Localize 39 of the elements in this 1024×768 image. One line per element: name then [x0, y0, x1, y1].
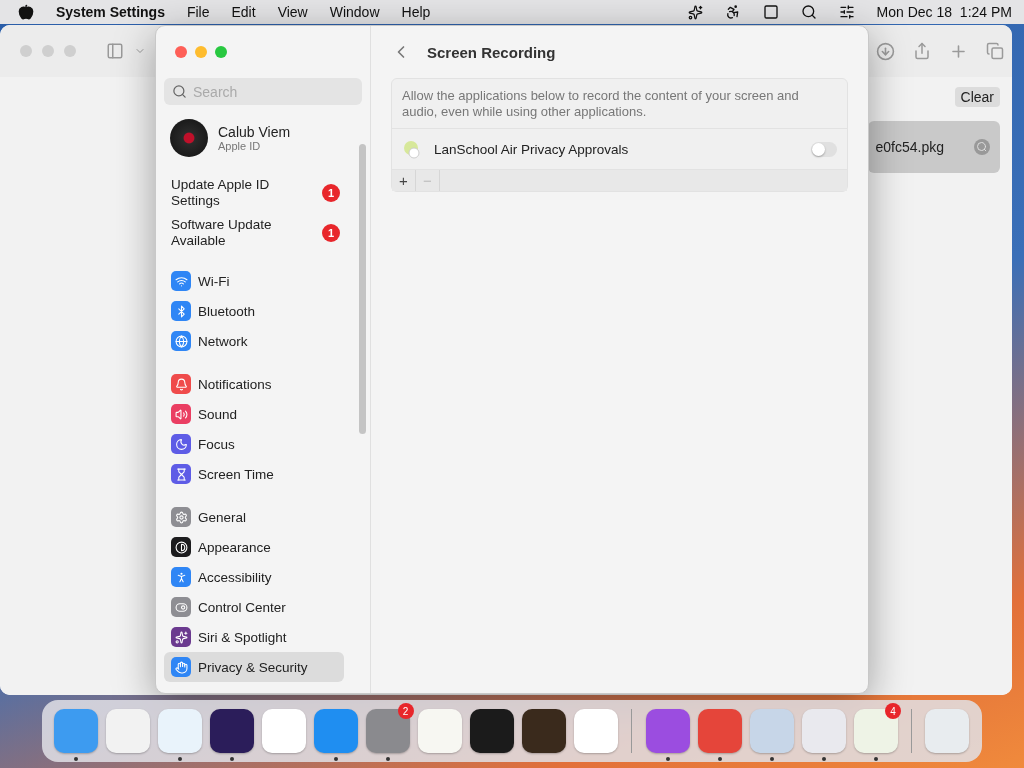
account-name: Calub Viem	[218, 124, 291, 140]
clear-button[interactable]: Clear	[954, 87, 1000, 107]
notification-badge: 1	[322, 224, 340, 242]
sidebar-item[interactable]: Network	[164, 326, 344, 356]
notice-label: Software Update Available	[171, 217, 273, 249]
file-name: e0fc54.pkg	[875, 139, 944, 155]
menu-item[interactable]: File	[186, 4, 210, 20]
menu-item[interactable]: Edit	[231, 4, 256, 20]
account-subtitle: Apple ID	[218, 140, 262, 152]
notification-badge: 2	[397, 703, 414, 719]
account-item[interactable]: Calub Viem Apple ID	[164, 117, 362, 159]
app-menu[interactable]: System Settings	[56, 4, 165, 20]
menu-item[interactable]: Window	[329, 4, 380, 20]
sidebar-item[interactable]: Sound	[164, 399, 344, 429]
sidebar-item[interactable]: Accessibility	[164, 562, 344, 592]
notice-label: Update Apple ID Settings	[171, 177, 271, 209]
clock[interactable]: Mon Dec 18 1:24 PM	[876, 4, 1012, 20]
sidebar-item[interactable]: Notifications	[164, 369, 344, 399]
app-name: LanSchool Air Privacy Approvals	[434, 141, 630, 157]
page-title: Screen Recording	[427, 43, 556, 61]
sidebar-item[interactable]: Bluetooth	[164, 296, 344, 326]
notification-badge: 1	[322, 184, 340, 202]
description: Allow the applications below to record the content of your screen and audio, even while using other applications.	[392, 79, 847, 129]
add-button[interactable]: +	[392, 170, 416, 191]
sidebar-item[interactable]: General	[164, 502, 344, 532]
sidebar-item[interactable]: Privacy & Security	[164, 652, 344, 682]
notification-badge: 4	[885, 703, 901, 719]
notice-item[interactable]: Software Update Available 1	[164, 213, 362, 253]
sidebar-item[interactable]: Screen Time	[164, 459, 344, 489]
sidebar-item[interactable]: Siri & Spotlight	[164, 622, 344, 652]
sidebar-item[interactable]: Focus	[164, 429, 344, 459]
download-item[interactable]: e0fc54.pkg	[868, 121, 1000, 173]
sidebar-item[interactable]: Wi-Fi	[164, 266, 344, 296]
notice-item[interactable]: Update Apple ID Settings 1	[164, 173, 362, 213]
sidebar-item[interactable]: Appearance	[164, 532, 344, 562]
sidebar-item[interactable]: Control Center	[164, 592, 344, 622]
menu-item[interactable]: View	[277, 4, 308, 20]
menu-item[interactable]: Help	[401, 4, 431, 20]
search-field[interactable]: Search	[164, 78, 362, 105]
